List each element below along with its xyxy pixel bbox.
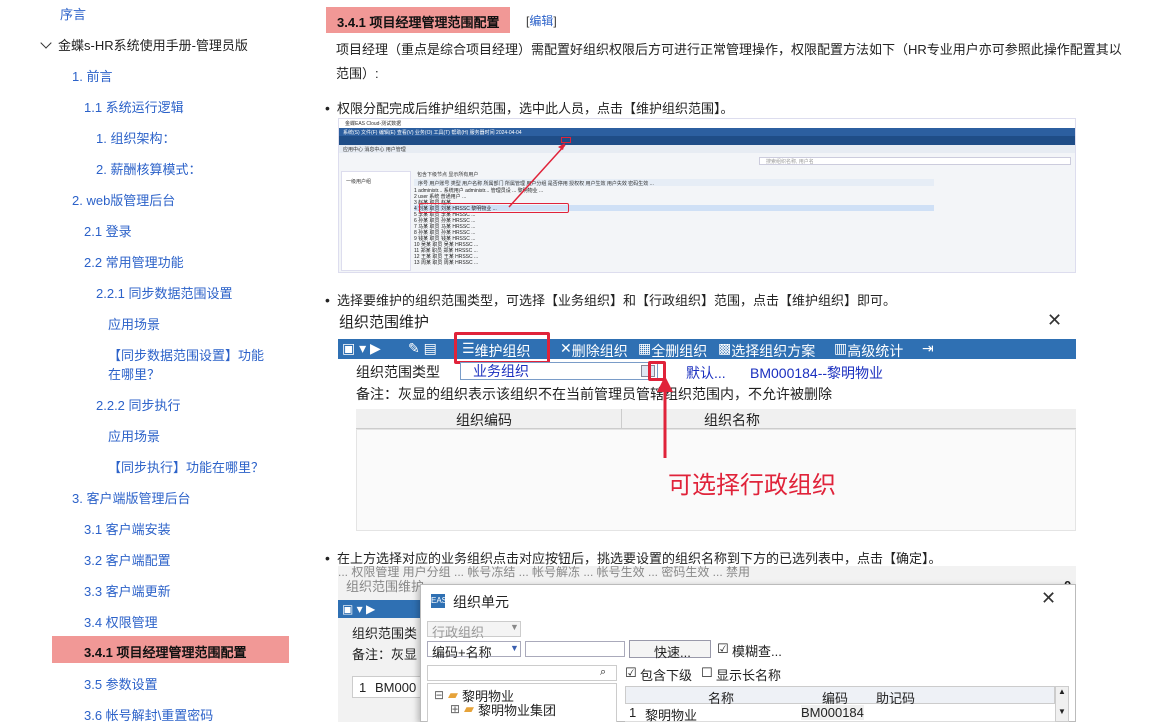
org-unit-dialog: EAS 组织单元 ✕ 行政组织 ▼ 编码+名称 ▼ 快速... ☑ 模糊查...… [420,584,1076,722]
screenshot-org-range-dialog: 组织范围维护 ✕ ▣ ▾ ▶ ✎ ▤ ☰ 维护组织 ✕ 删除组织 ▦ 全删组织 … [338,308,1076,531]
search-icon[interactable]: ⌕ [600,666,606,679]
quick-search-label: 快速... [654,645,691,660]
org-type-value: 行政组织 [432,625,485,640]
toc-item-where-1-cont[interactable]: 在哪里？ [108,364,160,383]
include-sub-label: 包含下级 [640,668,693,683]
show-long-checkbox[interactable]: ☐ [701,665,713,681]
folder-icon: ▰ [464,701,474,716]
screenshot-user-management: 金蝶EAS Cloud-测试数据 系统(S) 文件(F) 编辑(E) 查看(V)… [338,118,1076,273]
step-3: 在上方选择对应的业务组织点击对应按钮后，挑选要设置的组织名称到下方的已选列表中，… [325,548,942,567]
step-1: 权限分配完成后维护组织范围，选中此人员，点击【维护组织范围】。 [325,98,734,117]
list-scrollbar[interactable]: ▲ ▼ [1055,686,1069,722]
org-tree: ⊟ ▰ 黎明物业 ⊞ ▰ 黎明物业集团 [427,683,617,722]
chevron-down-icon[interactable] [40,37,52,49]
scroll-down-icon[interactable]: ▼ [1058,707,1066,716]
bg-toolbar: ▣ ▾ ▶ [338,600,420,618]
toc-item-manual-label: 金蝶s-HR系统使用手册-管理员版 [58,38,248,53]
s1-arrow [508,143,566,208]
app-icon: EAS [431,594,447,608]
toc-item-org[interactable]: 1. 组织架构： [96,128,175,147]
search-field-select[interactable]: 编码+名称 ▼ [427,641,521,660]
toc-item-2-1[interactable]: 2.1 登录 [84,221,132,240]
toc-item-3-1[interactable]: 3.1 客户端安装 [84,519,171,538]
toc-item-scenario-2[interactable]: 应用场景 [108,426,160,445]
row-number: 1 [629,705,637,720]
toc-item-3-4-1-active[interactable]: 3.4.1 项目经理管理范围配置 [52,636,289,663]
tree-node-child[interactable]: 黎明物业集团 [478,700,556,719]
intro-line-2: 范围）: [336,66,379,81]
bg-note: 备注：灰显 [352,647,418,662]
search-field-value: 编码+名称 [432,645,492,660]
search-input[interactable] [525,641,625,657]
chevron-down-icon[interactable]: ▼ [510,643,519,653]
table-row[interactable]: 1 黎明物业 BM000184 [625,704,1055,722]
bg-type-label: 组织范围类 [352,626,418,641]
sidebar-toc: 序言 金蝶s-HR系统使用手册-管理员版 1. 前言 1.1 系统运行逻辑 1.… [0,0,300,724]
collapse-icon[interactable]: ⊟ [434,688,444,702]
toc-item-scenario-1[interactable]: 应用场景 [108,314,160,333]
tree-search-input[interactable]: ⌕ [427,665,617,681]
toolbar-icon: ▣ ▾ ▶ [342,602,376,616]
toc-item-preface[interactable]: 序言 [60,4,86,23]
toc-item-2-2-1[interactable]: 2.2.1 同步数据范围设置 [96,283,233,302]
main-content: 3.4.1 项目经理管理范围配置 [编辑] 项目经理（重点是综合项目经理）需配置… [325,0,1171,722]
toc-item-3-4[interactable]: 3.4 权限管理 [84,612,158,631]
intro-line-1: 项目经理（重点是综合项目经理）需配置好组织权限后方可进行正常管理操作，权限配置方… [336,42,1122,57]
section-title: 3.4.1 项目经理管理范围配置 [326,7,510,33]
fuzzy-checkbox[interactable]: ☑ [717,641,729,657]
scroll-up-icon[interactable]: ▲ [1058,687,1066,696]
row-org-code: BM000184 [801,705,864,720]
show-long-label: 显示长名称 [716,668,782,683]
bg-row-value: BM000 [375,680,417,695]
annotation-text: 可选择行政组织 [668,472,836,499]
edit-link-wrap: [编辑] [526,12,557,29]
org-type-select[interactable]: 行政组织 ▼ [427,621,521,640]
folder-icon: ▰ [448,687,458,702]
chevron-down-icon[interactable]: ▼ [510,622,519,632]
toc-item-2-2-2[interactable]: 2.2.2 同步执行 [96,395,181,414]
toc-item-manual[interactable]: 金蝶s-HR系统使用手册-管理员版 [40,35,248,54]
bg-row-no: 1 [359,680,367,695]
toc-item-3[interactable]: 3. 客户端版管理后台 [72,488,190,507]
org-list-header: 名称 编码 助记码 [625,686,1055,706]
toc-item-1-1[interactable]: 1.1 系统运行逻辑 [84,97,184,116]
edit-bracket-close: ] [553,14,557,28]
toc-item-where-1[interactable]: 【同步数据范围设置】功能 [108,345,264,364]
row-org-name: 黎明物业 [645,708,698,722]
toc-item-3-2[interactable]: 3.2 客户端配置 [84,550,171,569]
toc-item-2[interactable]: 2. web版管理后台 [72,190,175,209]
screenshot-org-unit-dialog: ... 权限管理 用户分组 ... 帐号冻结 ... 帐号解冻 ... 帐号生效… [338,566,1076,722]
toc-item-3-6[interactable]: 3.6 帐号解封\重置密码 [84,705,213,724]
toc-item-3-3[interactable]: 3.3 客户端更新 [84,581,171,600]
bg-dialog-title: 组织范围维护 [346,579,425,594]
edit-link[interactable]: 编辑 [529,14,553,28]
quick-search-button[interactable]: 快速... [629,640,711,660]
org-unit-dialog-title: 组织单元 [453,594,509,610]
step-2: 选择要维护的组织范围类型，可选择【业务组织】和【行政组织】范围，点击【维护组织】… [325,290,896,309]
toc-item-salary[interactable]: 2. 薪酬核算模式： [96,159,201,178]
intro-paragraph: 项目经理（重点是综合项目经理）需配置好组织权限后方可进行正常管理操作，权限配置方… [336,38,1171,86]
bg-grid-row: 1 BM000 [352,676,422,698]
expand-icon[interactable]: ⊞ [450,702,460,716]
toc-item-2-2[interactable]: 2.2 常用管理功能 [84,252,184,271]
toc-item-1[interactable]: 1. 前言 [72,66,112,85]
toc-item-where-2[interactable]: 【同步执行】功能在哪里？ [108,457,264,476]
fuzzy-label: 模糊查... [732,644,782,659]
close-icon[interactable]: ✕ [1041,588,1056,609]
toc-item-3-5[interactable]: 3.5 参数设置 [84,674,158,693]
include-sub-checkbox[interactable]: ☑ [625,665,637,681]
